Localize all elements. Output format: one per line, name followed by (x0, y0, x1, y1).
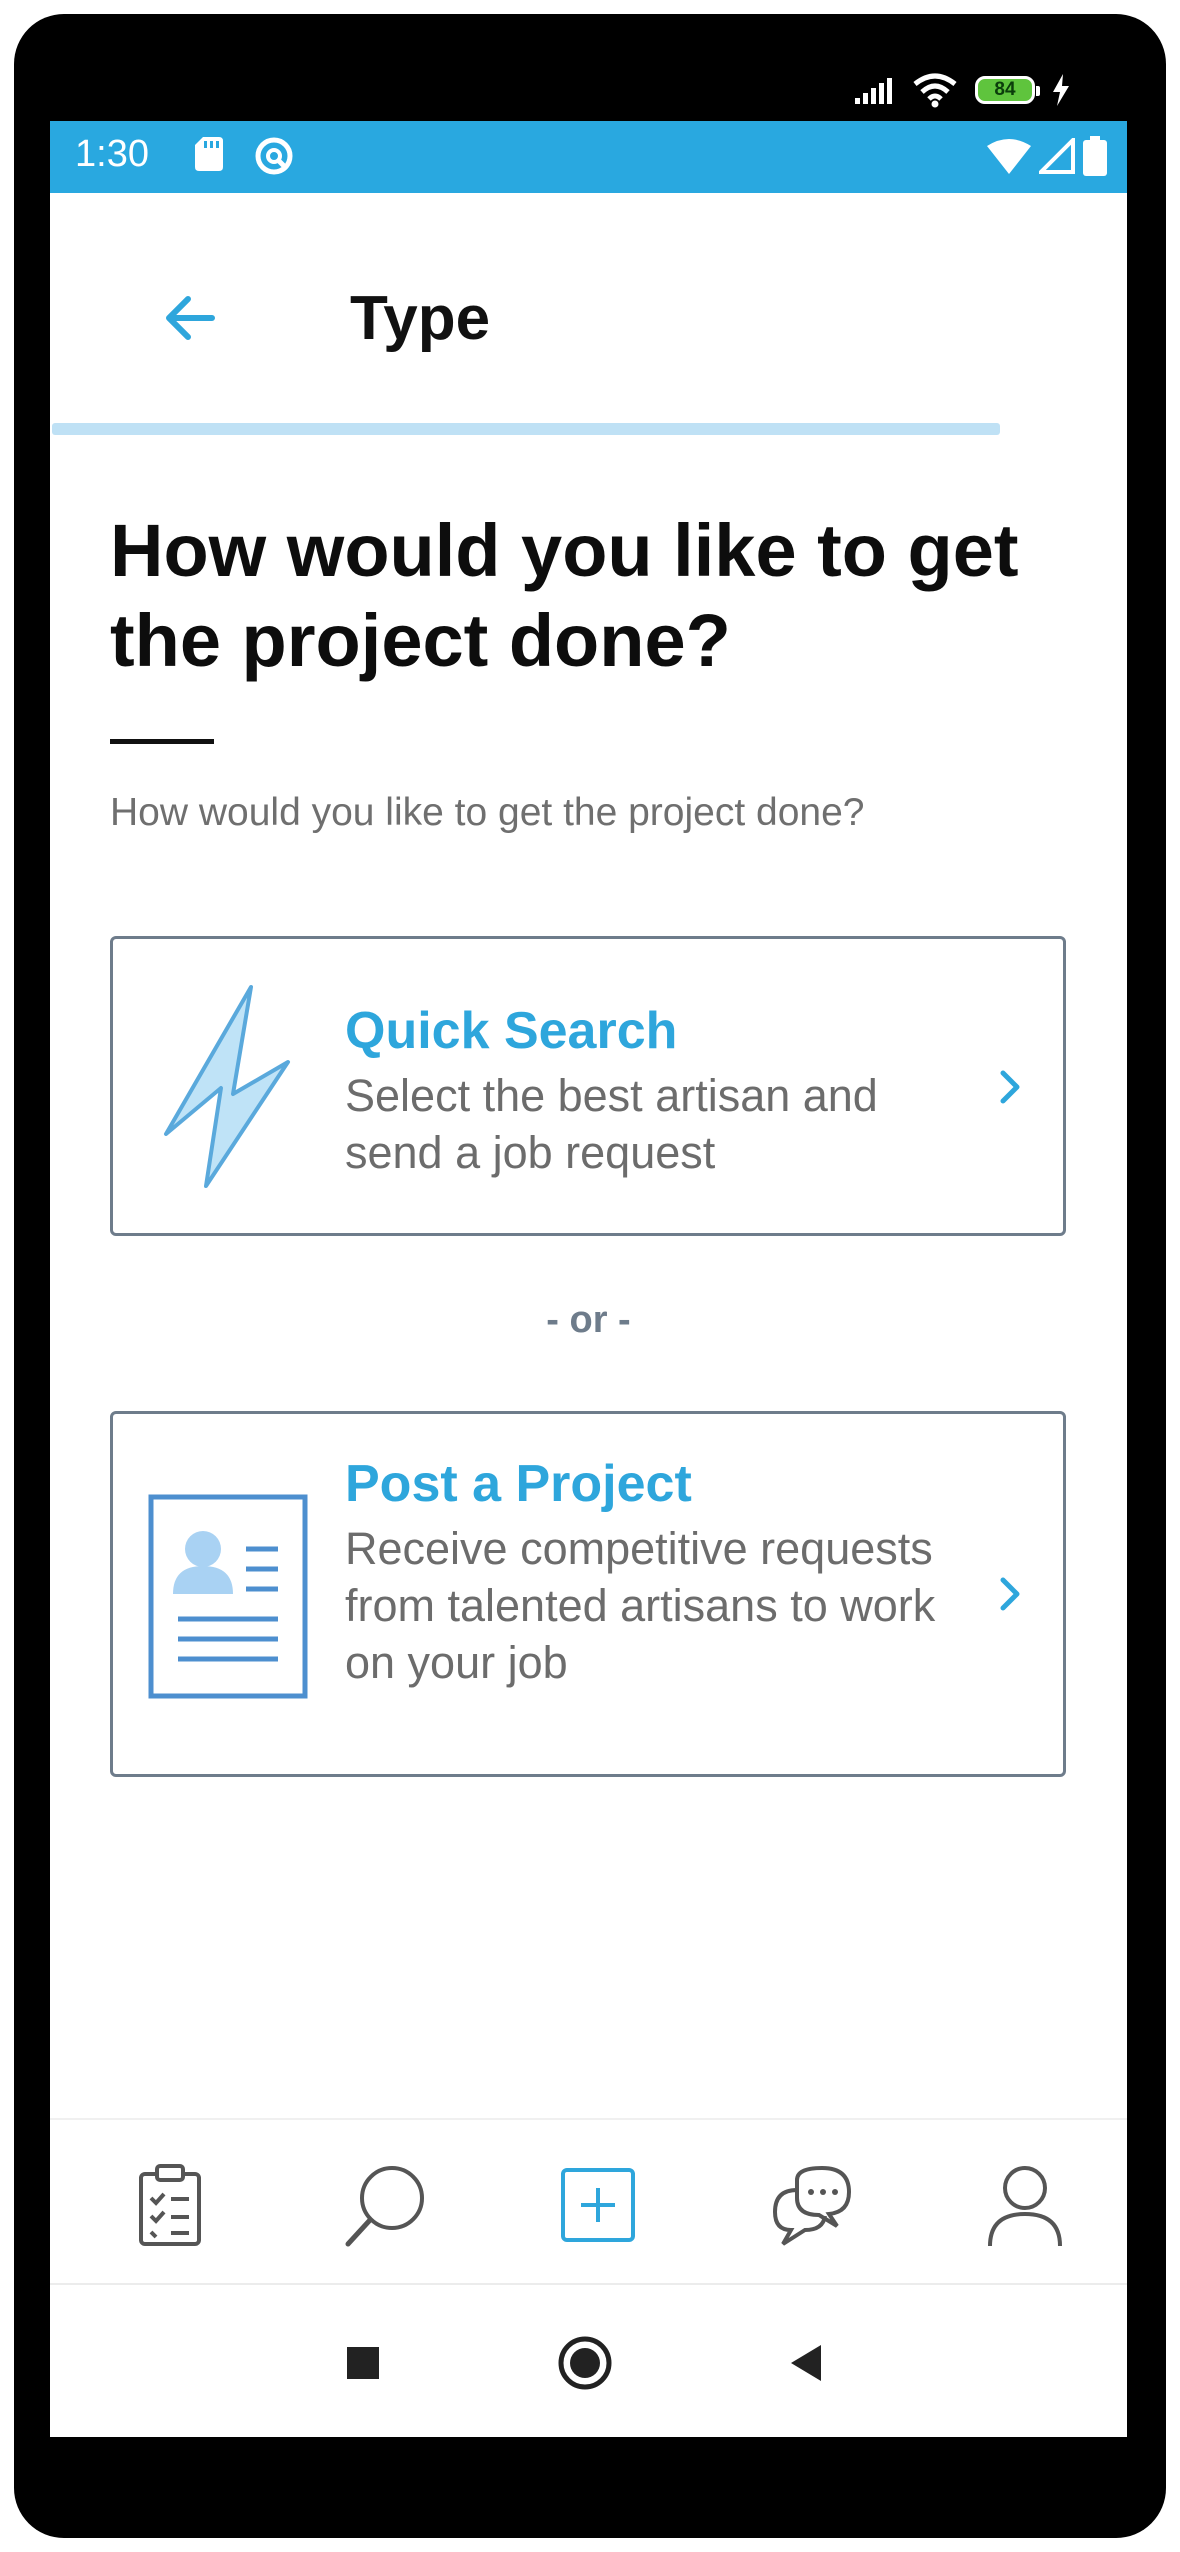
question-subtitle: How would you like to get the project do… (110, 791, 865, 834)
profile-document-icon (148, 1494, 308, 1699)
back-triangle-icon[interactable] (777, 2333, 837, 2393)
app-bar: Type (50, 193, 1127, 403)
battery-indicator: 84 (975, 76, 1040, 104)
question-heading: How would you like to get the project do… (110, 509, 1019, 682)
lightning-bolt-icon (164, 985, 290, 1188)
chevron-right-icon (1000, 1577, 1020, 1611)
sd-card-icon (195, 137, 223, 171)
system-navigation-bar (50, 2283, 1127, 2437)
quick-search-description: Select the best artisan and send a job r… (345, 1070, 878, 1178)
heading-underline (110, 739, 214, 744)
status-bar: 1:30 (50, 121, 1127, 193)
add-square-icon[interactable] (553, 2160, 643, 2250)
post-project-option[interactable]: Post a Project Receive competitive reque… (110, 1411, 1066, 1777)
or-separator: - or - (546, 1299, 631, 1341)
clipboard-checklist-icon[interactable] (125, 2160, 215, 2250)
status-right-icons (987, 135, 1107, 177)
cell-signal-icon (1039, 138, 1075, 174)
data-saver-icon (255, 137, 293, 175)
battery-full-icon (1083, 136, 1107, 176)
chat-bubbles-icon[interactable] (767, 2160, 857, 2250)
arrow-left-icon[interactable] (160, 288, 220, 348)
chevron-right-icon (1000, 1070, 1020, 1104)
bottom-navigation (50, 2118, 1127, 2285)
device-status-top: 84 (855, 68, 1075, 116)
charging-bolt-icon (1053, 74, 1069, 106)
wifi-icon (913, 73, 957, 108)
recent-apps-icon[interactable] (333, 2333, 393, 2393)
post-project-description: Receive competitive requests from talent… (345, 1523, 936, 1688)
home-icon[interactable] (555, 2333, 615, 2393)
search-icon[interactable] (340, 2160, 430, 2250)
wifi-full-icon (987, 139, 1031, 174)
app-screen: 1:30 Type How would you like to get the … (50, 121, 1127, 2437)
page-title: Type (350, 284, 491, 353)
status-time: 1:30 (75, 133, 149, 175)
profile-icon[interactable] (980, 2160, 1070, 2250)
post-project-title: Post a Project (345, 1455, 692, 1513)
quick-search-option[interactable]: Quick Search Select the best artisan and… (110, 936, 1066, 1236)
progress-bar (52, 423, 1000, 435)
signal-bars-icon (855, 78, 892, 104)
quick-search-title: Quick Search (345, 1002, 678, 1060)
